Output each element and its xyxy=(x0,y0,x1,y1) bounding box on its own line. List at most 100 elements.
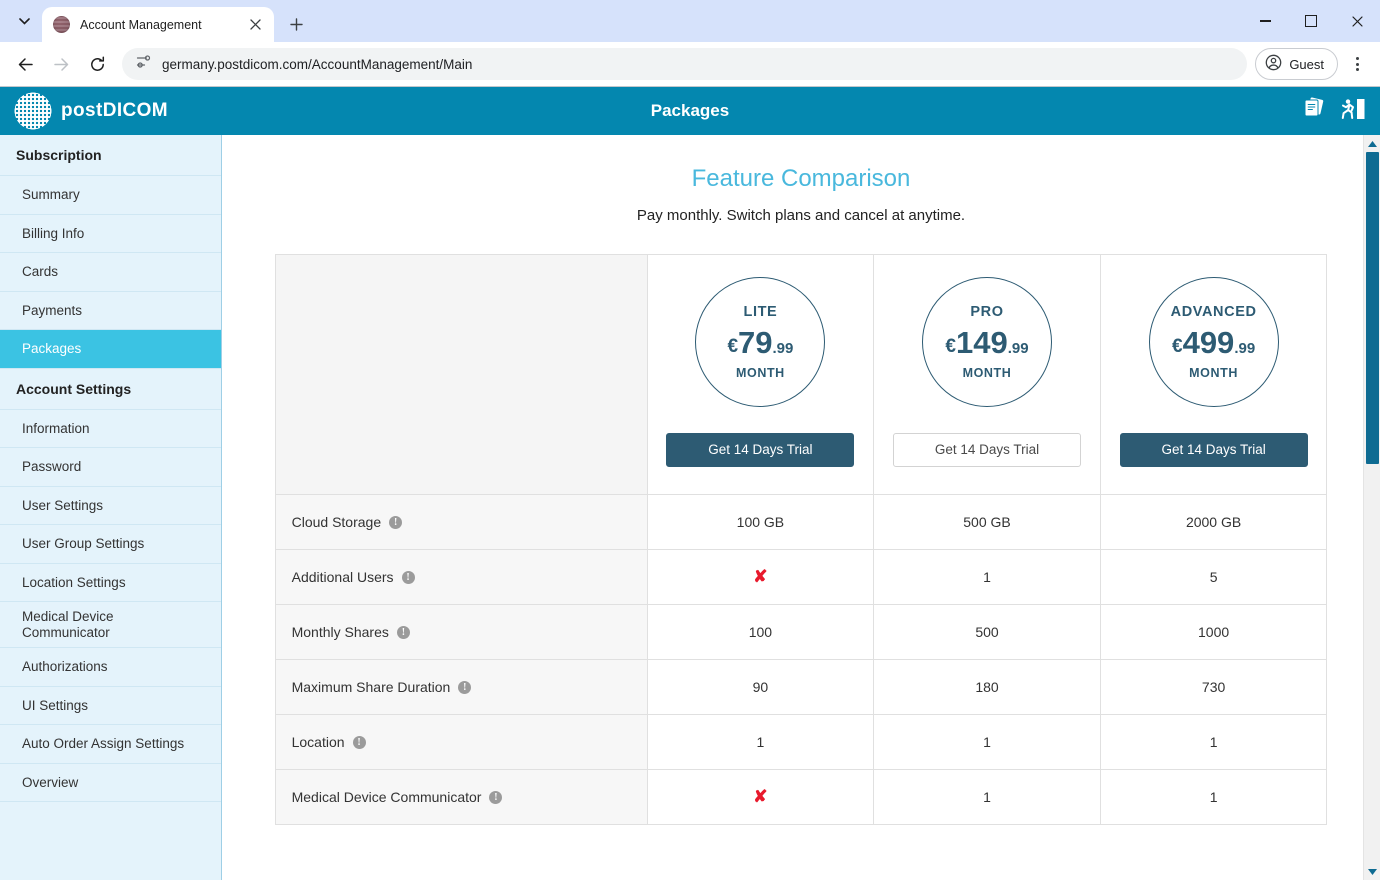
cross-icon: ✘ xyxy=(753,567,767,586)
sidebar-item-ui-settings[interactable]: UI Settings xyxy=(0,687,221,726)
site-settings-tune-icon[interactable] xyxy=(136,54,151,74)
plan-name: LITE xyxy=(743,304,777,320)
sidebar-item-user-settings[interactable]: User Settings xyxy=(0,487,221,526)
feature-value-pro: 500 GB xyxy=(874,495,1101,550)
plan-price-decimal: .99 xyxy=(773,340,794,357)
feature-value-lite: ✘ xyxy=(647,550,874,605)
plan-period: MONTH xyxy=(963,366,1012,380)
globe-favicon xyxy=(53,16,70,33)
info-icon[interactable]: ! xyxy=(353,736,366,749)
feature-value-lite: 90 xyxy=(647,660,874,715)
feature-label: Location xyxy=(292,734,345,750)
sidebar-item-cards[interactable]: Cards xyxy=(0,253,221,292)
sidebar-item-billing-info[interactable]: Billing Info xyxy=(0,215,221,254)
plan-currency: € xyxy=(945,336,956,357)
sidebar: Subscription Summary Billing Info Cards … xyxy=(0,135,222,880)
table-corner-cell xyxy=(275,255,647,495)
table-row: Location ! 1 1 1 xyxy=(275,715,1327,770)
feature-value-lite: 100 GB xyxy=(647,495,874,550)
get-trial-button-pro[interactable]: Get 14 Days Trial xyxy=(893,433,1081,467)
info-icon[interactable]: ! xyxy=(397,626,410,639)
table-header-row: LITE €79.99 MONTH Get 14 Days Trial xyxy=(275,255,1327,495)
feature-cell: Additional Users ! xyxy=(275,550,647,605)
plan-period: MONTH xyxy=(1189,366,1238,380)
plan-comparison-table: LITE €79.99 MONTH Get 14 Days Trial xyxy=(275,254,1328,825)
sidebar-item-label: Medical Device Communicator xyxy=(22,609,142,640)
feature-label: Additional Users xyxy=(292,569,394,585)
info-icon[interactable]: ! xyxy=(458,681,471,694)
profile-guest-button[interactable]: Guest xyxy=(1255,48,1338,80)
feature-value-advanced: 2000 GB xyxy=(1100,495,1327,550)
sidebar-item-payments[interactable]: Payments xyxy=(0,292,221,331)
address-bar[interactable]: germany.postdicom.com/AccountManagement/… xyxy=(122,48,1247,80)
sidebar-item-location-settings[interactable]: Location Settings xyxy=(0,564,221,603)
window-close-icon[interactable] xyxy=(1334,0,1380,42)
feature-comparison-heading: Feature Comparison xyxy=(262,165,1340,193)
tab-title: Account Management xyxy=(80,18,244,32)
info-icon[interactable]: ! xyxy=(489,791,502,804)
sidebar-group-account-settings: Account Settings xyxy=(0,369,221,410)
info-icon[interactable]: ! xyxy=(389,516,402,529)
tab-strip: Account Management xyxy=(0,0,1380,42)
plan-column-lite: LITE €79.99 MONTH Get 14 Days Trial xyxy=(647,255,874,495)
plan-name: ADVANCED xyxy=(1171,304,1257,320)
sidebar-item-user-group-settings[interactable]: User Group Settings xyxy=(0,525,221,564)
back-arrow-icon[interactable] xyxy=(8,47,42,81)
sidebar-item-information[interactable]: Information xyxy=(0,410,221,449)
plan-price-decimal: .99 xyxy=(1008,340,1029,357)
get-trial-button-lite[interactable]: Get 14 Days Trial xyxy=(666,433,854,467)
plan-column-pro: PRO €149.99 MONTH Get 14 Days Trial xyxy=(874,255,1101,495)
app-header-icons xyxy=(1300,97,1366,126)
feature-value-pro: 1 xyxy=(874,770,1101,825)
feature-value-lite: ✘ xyxy=(647,770,874,825)
main-content: Feature Comparison Pay monthly. Switch p… xyxy=(222,135,1380,880)
page-scrollbar[interactable] xyxy=(1363,135,1380,880)
window-maximize-icon[interactable] xyxy=(1288,0,1334,42)
feature-label: Cloud Storage xyxy=(292,514,382,530)
feature-value-lite: 100 xyxy=(647,605,874,660)
page-body: Subscription Summary Billing Info Cards … xyxy=(0,135,1380,880)
tab-search-chevron-down-icon[interactable] xyxy=(10,7,38,35)
plan-price-integer: 79 xyxy=(738,325,772,360)
app-logo[interactable]: postDICOM xyxy=(14,92,168,130)
new-tab-plus-icon[interactable] xyxy=(282,10,310,38)
sidebar-group-subscription: Subscription xyxy=(0,135,221,176)
table-row: Medical Device Communicator ! ✘ 1 1 xyxy=(275,770,1327,825)
get-trial-button-advanced[interactable]: Get 14 Days Trial xyxy=(1120,433,1308,467)
browser-tab[interactable]: Account Management xyxy=(42,7,274,42)
plan-currency: € xyxy=(1172,336,1183,357)
window-minimize-icon[interactable] xyxy=(1242,0,1288,42)
globe-sphere-logo-icon xyxy=(14,92,52,130)
feature-cell: Monthly Shares ! xyxy=(275,605,647,660)
plan-period: MONTH xyxy=(736,366,785,380)
sidebar-item-medical-device-communicator[interactable]: Medical Device Communicator xyxy=(0,602,221,648)
feature-comparison-subheading: Pay monthly. Switch plans and cancel at … xyxy=(262,207,1340,224)
account-circle-icon xyxy=(1265,54,1282,74)
scroll-down-arrow-icon[interactable] xyxy=(1364,863,1380,880)
plan-column-advanced: ADVANCED €499.99 MONTH Get 14 Days Trial xyxy=(1100,255,1327,495)
sidebar-item-password[interactable]: Password xyxy=(0,448,221,487)
forward-arrow-icon[interactable] xyxy=(44,47,78,81)
reload-icon[interactable] xyxy=(80,47,114,81)
tab-close-icon[interactable] xyxy=(244,14,266,36)
sidebar-item-overview[interactable]: Overview xyxy=(0,764,221,803)
sidebar-item-auto-order-assign-settings[interactable]: Auto Order Assign Settings xyxy=(0,725,221,764)
plan-price-decimal: .99 xyxy=(1234,340,1255,357)
cards-stack-icon[interactable] xyxy=(1300,97,1326,126)
browser-menu-kebab-icon[interactable] xyxy=(1342,49,1372,79)
feature-cell: Medical Device Communicator ! xyxy=(275,770,647,825)
feature-value-advanced: 1 xyxy=(1100,715,1327,770)
scrollbar-thumb[interactable] xyxy=(1366,152,1379,464)
app-logo-text: postDICOM xyxy=(61,100,168,122)
feature-value-advanced: 1000 xyxy=(1100,605,1327,660)
scroll-up-arrow-icon[interactable] xyxy=(1364,135,1380,152)
sidebar-item-packages[interactable]: Packages xyxy=(0,330,221,369)
info-icon[interactable]: ! xyxy=(402,571,415,584)
logout-exit-icon[interactable] xyxy=(1340,97,1366,126)
plan-price-circle: LITE €79.99 MONTH xyxy=(695,277,825,407)
feature-cell: Location ! xyxy=(275,715,647,770)
sidebar-item-authorizations[interactable]: Authorizations xyxy=(0,648,221,687)
plan-name: PRO xyxy=(970,304,1003,320)
sidebar-item-summary[interactable]: Summary xyxy=(0,176,221,215)
table-row: Additional Users ! ✘ 1 5 xyxy=(275,550,1327,605)
